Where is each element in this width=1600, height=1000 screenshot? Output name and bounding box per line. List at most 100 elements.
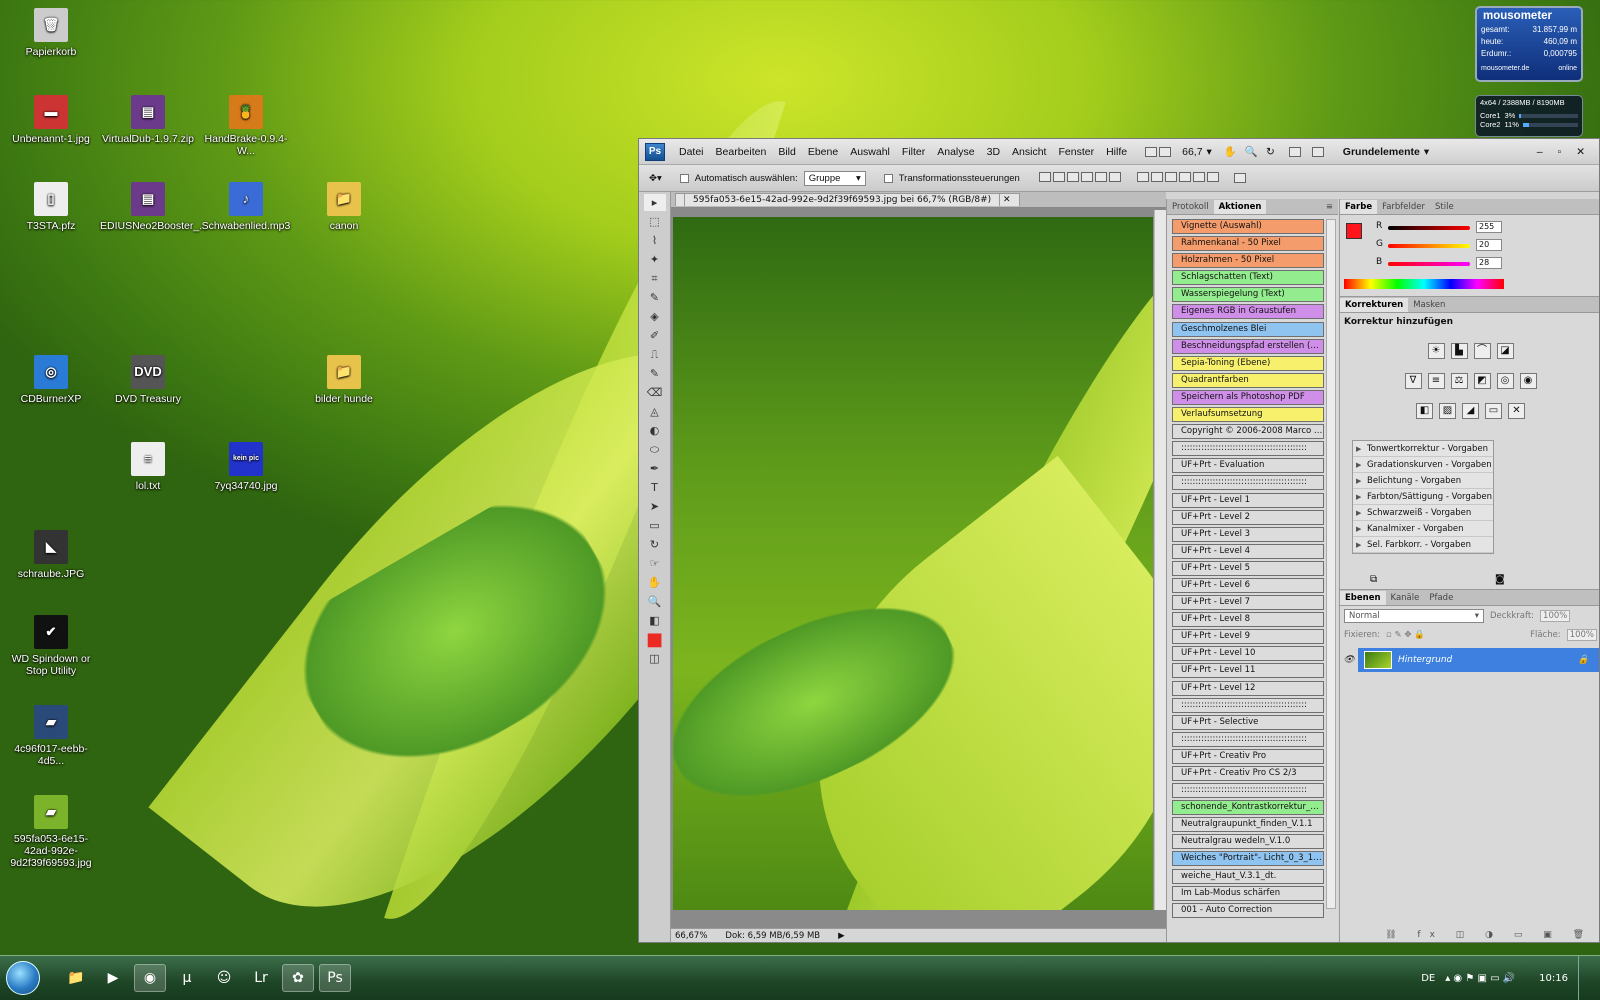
menu-ebene[interactable]: Ebene — [802, 146, 844, 158]
threshold-icon[interactable]: ◢ — [1462, 403, 1479, 419]
layer-bottom-icons[interactable]: ⛓ fx ◫ ◑ ▭ ▣ 🗑 — [1385, 930, 1593, 940]
image-canvas[interactable] — [673, 217, 1153, 910]
desktop-icon[interactable]: ≡ lol.txt — [100, 442, 196, 492]
action-item[interactable]: Holzrahmen - 50 Pixel — [1172, 253, 1324, 269]
hand-tool-icon[interactable]: ✋ — [1224, 145, 1237, 158]
action-item[interactable]: Schlagschatten (Text) — [1172, 270, 1324, 286]
marquee-tool-icon[interactable]: ⬚ — [644, 213, 666, 230]
window-controls[interactable]: – ▫ ✕ — [1537, 146, 1591, 158]
action-item[interactable]: weiche_Haut_V.3.1_dt. — [1172, 868, 1324, 884]
r-value[interactable]: 255 — [1476, 221, 1502, 233]
color-ramp[interactable] — [1344, 279, 1504, 289]
blur-tool-icon[interactable]: ◐ — [644, 422, 666, 439]
status-menu-icon[interactable]: ▶ — [838, 929, 845, 942]
menu-hilfe[interactable]: Hilfe — [1100, 146, 1133, 158]
tab-actions[interactable]: Aktionen — [1213, 200, 1267, 214]
eraser-tool-icon[interactable]: ⌫ — [644, 384, 666, 401]
3d-rotate-tool-icon[interactable]: ↻ — [644, 536, 666, 553]
action-item[interactable]: ::::::::::::::::::::::::::::::::::::::::… — [1172, 731, 1324, 747]
action-item[interactable]: Speichern als Photoshop PDF — [1172, 389, 1324, 405]
action-item[interactable]: Neutralgraupunkt_finden_V.1.1 — [1172, 817, 1324, 833]
action-item[interactable]: 001 - Auto Correction — [1172, 902, 1324, 918]
photo-filter-icon[interactable]: ◎ — [1496, 373, 1514, 389]
action-item[interactable]: Vignette (Auswahl) — [1172, 219, 1324, 234]
crop-tool-icon[interactable]: ⌗ — [644, 270, 666, 287]
action-item[interactable]: UF+Prt - Level 7 — [1172, 595, 1324, 611]
action-item[interactable]: Beschneidungspfad erstellen (Au... — [1172, 338, 1324, 354]
group-select[interactable]: Gruppe ▾ — [803, 170, 866, 186]
desktop-icon[interactable]: ▬ Unbenannt-1.jpg — [3, 95, 99, 145]
tab-swatches[interactable]: Farbfelder — [1377, 200, 1430, 214]
actions-scrollbar[interactable] — [1326, 219, 1336, 909]
tab-channels[interactable]: Kanäle — [1386, 591, 1425, 605]
workspace-select[interactable]: Grundelemente — [1343, 146, 1420, 158]
firefox-icon[interactable]: ◉ — [134, 964, 166, 992]
action-item[interactable]: UF+Prt - Level 1 — [1172, 492, 1324, 508]
action-item[interactable]: Neutralgrau wedeln_V.1.0 — [1172, 834, 1324, 850]
action-item[interactable]: Geschmolzenes Blei — [1172, 321, 1324, 337]
bridge-icon[interactable] — [1145, 146, 1158, 157]
action-item[interactable]: UF+Prt - Level 8 — [1172, 612, 1324, 628]
action-item[interactable]: UF+Prt - Selective — [1172, 714, 1324, 730]
action-item[interactable]: Quadrantfarben — [1172, 372, 1324, 388]
gradient-map-icon[interactable]: ▭ — [1485, 403, 1502, 419]
pen-tool-icon[interactable]: ✒ — [644, 460, 666, 477]
path-select-tool-icon[interactable]: ➤ — [644, 498, 666, 515]
action-item[interactable]: UF+Prt - Creativ Pro CS 2/3 — [1172, 766, 1324, 781]
quick-select-tool-icon[interactable]: ✦ — [644, 251, 666, 268]
zoom-tool-icon[interactable]: 🔍 — [644, 593, 666, 610]
desktop-icon[interactable]: 📁 bilder hunde — [296, 355, 392, 405]
desktop-icon[interactable]: ♪ Schwabenlied.mp3 — [198, 182, 294, 232]
tray-icons[interactable]: ▴ ◉ ⚑ ▣ ▭ 🔊 — [1445, 973, 1515, 984]
action-item[interactable]: Verlaufsumsetzung — [1172, 407, 1324, 423]
panel-menu-icon[interactable]: ≡ — [1321, 200, 1338, 214]
adjustment-preset-item[interactable]: Gradationskurven - Vorgaben — [1353, 457, 1493, 473]
b-slider[interactable] — [1388, 262, 1470, 266]
move-tool-icon[interactable]: ✥▾ — [649, 173, 662, 184]
color-balance-icon[interactable]: ⚖ — [1450, 373, 1468, 389]
action-item[interactable]: schonende_Kontrastkorrektur_V.... — [1172, 800, 1324, 816]
healing-tool-icon[interactable]: ◈ — [644, 308, 666, 325]
action-item[interactable]: ::::::::::::::::::::::::::::::::::::::::… — [1172, 475, 1324, 491]
tab-adjustments[interactable]: Korrekturen — [1340, 298, 1409, 312]
menu-bearbeiten[interactable]: Bearbeiten — [710, 146, 773, 158]
action-item[interactable]: UF+Prt - Evaluation — [1172, 458, 1324, 474]
action-item[interactable]: ::::::::::::::::::::::::::::::::::::::::… — [1172, 783, 1324, 799]
media-player-icon[interactable]: ▶ — [97, 964, 129, 992]
g-value[interactable]: 20 — [1476, 239, 1502, 251]
action-item[interactable]: UF+Prt - Level 12 — [1172, 680, 1324, 696]
adjustment-preset-item[interactable]: Belichtung - Vorgaben — [1353, 473, 1493, 489]
start-button[interactable] — [6, 961, 40, 995]
clock[interactable]: 10:16 — [1539, 973, 1568, 984]
black-white-icon[interactable]: ◩ — [1473, 373, 1491, 389]
b-value[interactable]: 28 — [1476, 257, 1502, 269]
menu-fenster[interactable]: Fenster — [1052, 146, 1100, 158]
stamp-tool-icon[interactable]: ⎍ — [644, 346, 666, 363]
action-item[interactable]: Wasserspiegelung (Text) — [1172, 287, 1324, 303]
adjustment-preset-item[interactable]: Schwarzweiß - Vorgaben — [1353, 505, 1493, 521]
status-doc-size[interactable]: Dok: 6,59 MB/6,59 MB — [725, 929, 820, 942]
tab-paths[interactable]: Pfade — [1424, 591, 1458, 605]
adjustment-preset-item[interactable]: Tonwertkorrektur - Vorgaben — [1353, 441, 1493, 457]
curves-icon[interactable]: ⌒ — [1473, 343, 1491, 359]
tab-styles[interactable]: Stile — [1430, 200, 1459, 214]
tab-layers[interactable]: Ebenen — [1340, 591, 1386, 605]
close-icon[interactable]: ✕ — [1003, 195, 1011, 205]
foreground-color-tool-icon[interactable]: ■ — [644, 631, 666, 649]
action-item[interactable]: UF+Prt - Level 3 — [1172, 526, 1324, 542]
rotate-view-icon[interactable]: ↻ — [1266, 146, 1275, 158]
shape-tool-icon[interactable]: ▭ — [644, 517, 666, 534]
clip-icon[interactable]: ⧉ — [1370, 574, 1377, 585]
photoshop-taskbar-icon[interactable]: Ps — [319, 964, 351, 992]
menu-bild[interactable]: Bild — [772, 146, 802, 158]
adjustment-preset-item[interactable]: Farbton/Sättigung - Vorgaben — [1353, 489, 1493, 505]
adjustment-preset-item[interactable]: Sel. Farbkorr. - Vorgaben — [1353, 537, 1493, 553]
desktop-icon[interactable]: ✔ WD Spindown or Stop Utility — [3, 615, 99, 677]
show-desktop-button[interactable] — [1578, 956, 1590, 1000]
menu-auswahl[interactable]: Auswahl — [844, 146, 896, 158]
desktop-icon[interactable]: ▰ 595fa053-6e15-42ad-992e-9d2f39f69593.jp… — [3, 795, 99, 869]
eye-icon[interactable]: 👁 — [1340, 648, 1358, 672]
explorer-icon[interactable]: 📁 — [60, 964, 92, 992]
action-item[interactable]: Eigenes RGB in Graustufen — [1172, 304, 1324, 320]
action-item[interactable]: UF+Prt - Level 2 — [1172, 509, 1324, 525]
